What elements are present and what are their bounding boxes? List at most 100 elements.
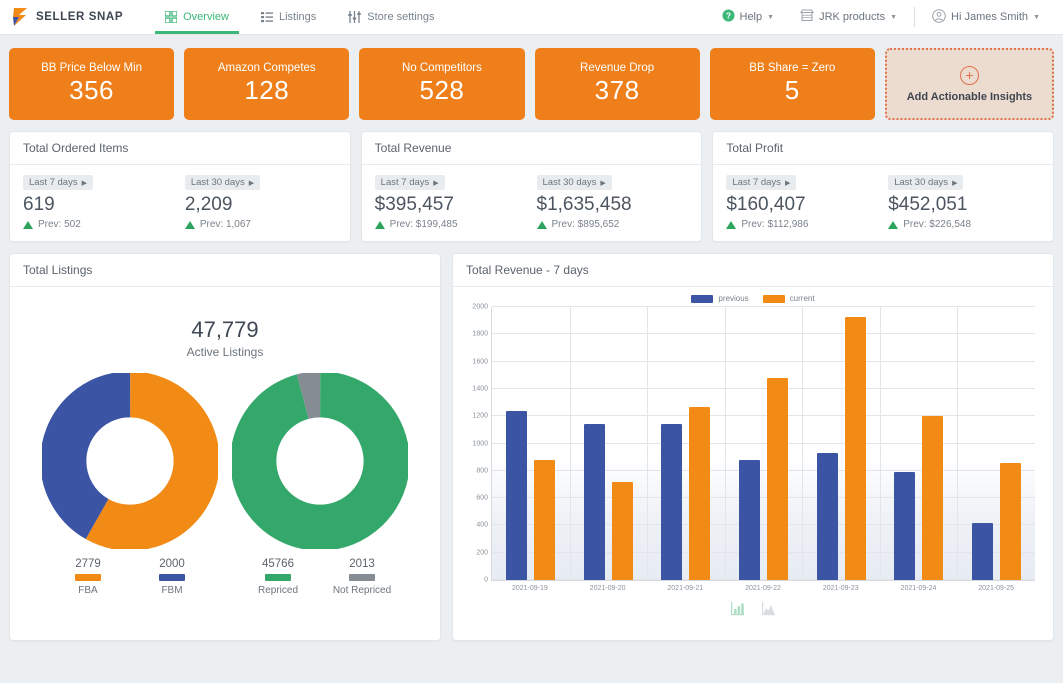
legend-item-not-repriced[interactable]: 2013 Not Repriced bbox=[320, 558, 404, 596]
brand-name: SELLER SNAP bbox=[36, 11, 124, 23]
top-navigation-bar: SELLER SNAP Overview Listings Store sett… bbox=[0, 0, 1063, 35]
bar-previous[interactable] bbox=[506, 410, 528, 580]
bottom-panels: Total Listings 47,779 Active Listings 27… bbox=[0, 242, 1063, 650]
stat-previous: Prev: $199,485 bbox=[374, 219, 527, 230]
range-chip-last-30-days[interactable]: Last 30 days ▶ bbox=[888, 175, 964, 190]
x-axis-tick-label: 2021-09-25 bbox=[978, 585, 1015, 592]
nav-item-overview[interactable]: Overview bbox=[149, 0, 245, 34]
bar-current[interactable] bbox=[611, 481, 633, 580]
chevron-down-icon: ▼ bbox=[767, 13, 775, 21]
user-menu[interactable]: Hi James Smith ▼ bbox=[919, 8, 1053, 26]
insight-card-bb-price-below-min[interactable]: BB Price Below Min 356 bbox=[9, 48, 175, 120]
stat-value: 2,209 bbox=[184, 194, 233, 215]
stat-previous: Prev: $112,986 bbox=[726, 219, 878, 230]
insight-value: 128 bbox=[244, 75, 290, 105]
add-actionable-insights-button[interactable]: + Add Actionable Insights bbox=[884, 48, 1055, 120]
nav-item-listings[interactable]: Listings bbox=[245, 0, 332, 34]
range-label: Last 7 days bbox=[380, 177, 430, 188]
chevron-down-icon: ▼ bbox=[890, 13, 898, 21]
bar-previous[interactable] bbox=[971, 522, 993, 580]
range-chip-last-7-days[interactable]: Last 7 days ▶ bbox=[23, 175, 93, 190]
bar-chart-icon[interactable] bbox=[730, 601, 745, 621]
legend-entry-current[interactable]: current bbox=[762, 294, 815, 303]
nav-item-store-settings[interactable]: Store settings bbox=[332, 0, 450, 34]
fba-fbm-donut-chart[interactable] bbox=[42, 373, 218, 549]
help-menu[interactable]: ? Help ▼ bbox=[709, 9, 788, 25]
stat-column-last-7-days: Last 7 days ▶ $160,407 Prev: $112,986 bbox=[726, 175, 878, 241]
previous-label: Prev: 1,067 bbox=[199, 219, 251, 230]
range-chip-last-7-days[interactable]: Last 7 days ▶ bbox=[374, 175, 445, 190]
legend-item-fbm[interactable]: 2000 FBM bbox=[130, 558, 214, 596]
revenue-chart-area: previous current 0 200 400 600 800 1000 1200 14… bbox=[453, 287, 1053, 640]
main-nav: Overview Listings Store settings bbox=[149, 0, 450, 34]
insight-label: Amazon Competes bbox=[217, 62, 316, 74]
bar-current[interactable] bbox=[767, 377, 789, 580]
range-chip-last-7-days[interactable]: Last 7 days ▶ bbox=[726, 175, 797, 190]
y-axis-tick-label: 2000 bbox=[472, 303, 488, 311]
plus-circle-icon: + bbox=[959, 65, 979, 85]
legend-swatch-fbm bbox=[159, 574, 185, 581]
x-axis-tick-label: 2021-09-19 bbox=[511, 585, 548, 592]
insight-card-revenue-drop[interactable]: Revenue Drop 378 bbox=[534, 48, 700, 120]
bar-current[interactable] bbox=[689, 406, 711, 580]
bar-previous[interactable] bbox=[583, 424, 605, 580]
x-axis-tick-label: 2021-09-21 bbox=[667, 585, 704, 592]
nav-label-store-settings: Store settings bbox=[367, 11, 435, 23]
repriced-donut-chart[interactable] bbox=[232, 373, 408, 549]
insight-card-no-competitors[interactable]: No Competitors 528 bbox=[359, 48, 525, 120]
insight-label: BB Price Below Min bbox=[41, 62, 143, 74]
bar-current[interactable] bbox=[844, 316, 866, 580]
chevron-right-icon: ▶ bbox=[952, 179, 958, 187]
card-title: Total Profit bbox=[713, 132, 1054, 165]
legend-fulfilment: 2779 FBA 2000 FBM bbox=[46, 558, 214, 596]
bar-previous[interactable] bbox=[661, 424, 683, 580]
stat-column-last-30-days: Last 30 days ▶ 2,209 Prev: 1,067 bbox=[175, 175, 337, 241]
chevron-right-icon: ▶ bbox=[784, 179, 791, 187]
insight-card-bb-share-zero[interactable]: BB Share = Zero 5 bbox=[709, 48, 875, 120]
store-selector[interactable]: JRK products ▼ bbox=[787, 9, 910, 25]
stat-value: $160,407 bbox=[726, 194, 806, 215]
stat-body: Last 7 days ▶ $395,457 Prev: $199,485 La… bbox=[362, 165, 702, 241]
range-label: Last 30 days bbox=[190, 177, 245, 188]
insight-card-amazon-competes[interactable]: Amazon Competes 128 bbox=[184, 48, 350, 120]
previous-label: Prev: $226,548 bbox=[903, 219, 972, 230]
legend-label: FBM bbox=[161, 585, 183, 596]
legend-item-fba[interactable]: 2779 FBA bbox=[46, 558, 130, 596]
bar-current[interactable] bbox=[922, 416, 944, 580]
bar-previous[interactable] bbox=[816, 453, 838, 580]
previous-label: Prev: $112,986 bbox=[741, 219, 809, 230]
bar-previous[interactable] bbox=[894, 472, 916, 580]
active-listings-total: 47,779 Active Listings bbox=[10, 317, 440, 359]
avatar bbox=[932, 8, 946, 26]
donut-fulfilment: 2779 FBA 2000 FBM bbox=[42, 373, 218, 596]
stat-card-total-ordered-items: Total Ordered Items Last 7 days ▶ 619 Pr… bbox=[9, 131, 351, 242]
previous-label: Prev: 502 bbox=[38, 219, 81, 230]
bar-chart-plot: 0 200 400 600 800 1000 1200 1400 1600 1800 2000 20… bbox=[472, 304, 1035, 599]
y-axis-tick-label: 1000 bbox=[472, 440, 488, 447]
store-icon bbox=[800, 9, 814, 25]
panel-total-revenue-chart: Total Revenue - 7 days previous current … bbox=[452, 253, 1054, 641]
insight-value: 5 bbox=[784, 75, 800, 105]
actionable-insights-row: BB Price Below Min 356 Amazon Competes 1… bbox=[0, 35, 1063, 120]
x-axis-tick-label: 2021-09-24 bbox=[900, 585, 937, 592]
donut-repricing: 45766 Repriced 2013 Not Repriced bbox=[232, 373, 408, 596]
brand-logo-area[interactable]: SELLER SNAP bbox=[0, 0, 137, 34]
range-chip-last-30-days[interactable]: Last 30 days ▶ bbox=[536, 175, 612, 190]
trend-up-icon bbox=[536, 220, 547, 229]
range-chip-last-30-days[interactable]: Last 30 days ▶ bbox=[184, 175, 261, 190]
legend-entry-previous[interactable]: previous bbox=[691, 294, 749, 303]
x-axis-labels: 2021-09-19 2021-09-20 2021-09-21 2021-09-22… bbox=[491, 581, 1035, 599]
stat-card-total-revenue: Total Revenue Last 7 days ▶ $395,457 Pre… bbox=[360, 131, 703, 242]
bar-group bbox=[957, 307, 1035, 580]
add-insights-label: Add Actionable Insights bbox=[906, 90, 1033, 103]
legend-label: Repriced bbox=[257, 585, 299, 596]
stat-value: $452,051 bbox=[888, 194, 968, 215]
svg-text:?: ? bbox=[725, 11, 730, 21]
area-chart-icon[interactable] bbox=[761, 601, 776, 621]
panel-total-listings: Total Listings 47,779 Active Listings 27… bbox=[9, 253, 441, 641]
bar-current[interactable] bbox=[999, 462, 1021, 580]
bar-current[interactable] bbox=[534, 459, 556, 580]
top-bar-right: ? Help ▼ JRK products ▼ Hi James Smith ▼ bbox=[709, 0, 1063, 34]
bar-previous[interactable] bbox=[739, 459, 761, 580]
legend-item-repriced[interactable]: 45766 Repriced bbox=[236, 558, 320, 596]
